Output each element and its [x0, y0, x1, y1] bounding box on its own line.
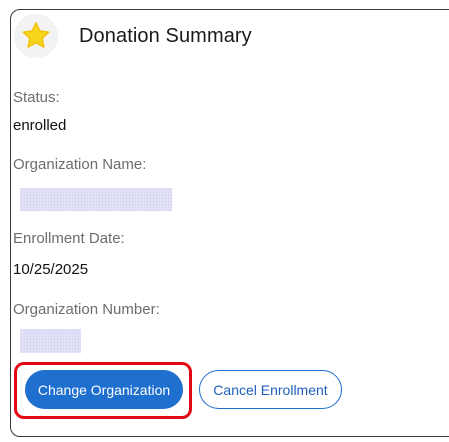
- change-organization-button[interactable]: Change Organization: [25, 370, 183, 409]
- cancel-enrollment-button[interactable]: Cancel Enrollment: [199, 370, 342, 409]
- organization-number-label: Organization Number:: [13, 301, 160, 318]
- card-header: Donation Summary: [14, 14, 252, 58]
- organization-name-label: Organization Name:: [13, 156, 147, 173]
- organization-number-redacted-value: [20, 329, 81, 353]
- status-label: Status:: [13, 89, 60, 106]
- organization-name-redacted-value: [20, 188, 172, 211]
- card-title: Donation Summary: [79, 24, 252, 47]
- status-value: enrolled: [13, 117, 67, 134]
- star-icon-badge: [14, 14, 58, 58]
- star-icon: [22, 22, 50, 48]
- enrollment-date-label: Enrollment Date:: [13, 230, 125, 247]
- enrollment-date-value: 10/25/2025: [13, 261, 89, 278]
